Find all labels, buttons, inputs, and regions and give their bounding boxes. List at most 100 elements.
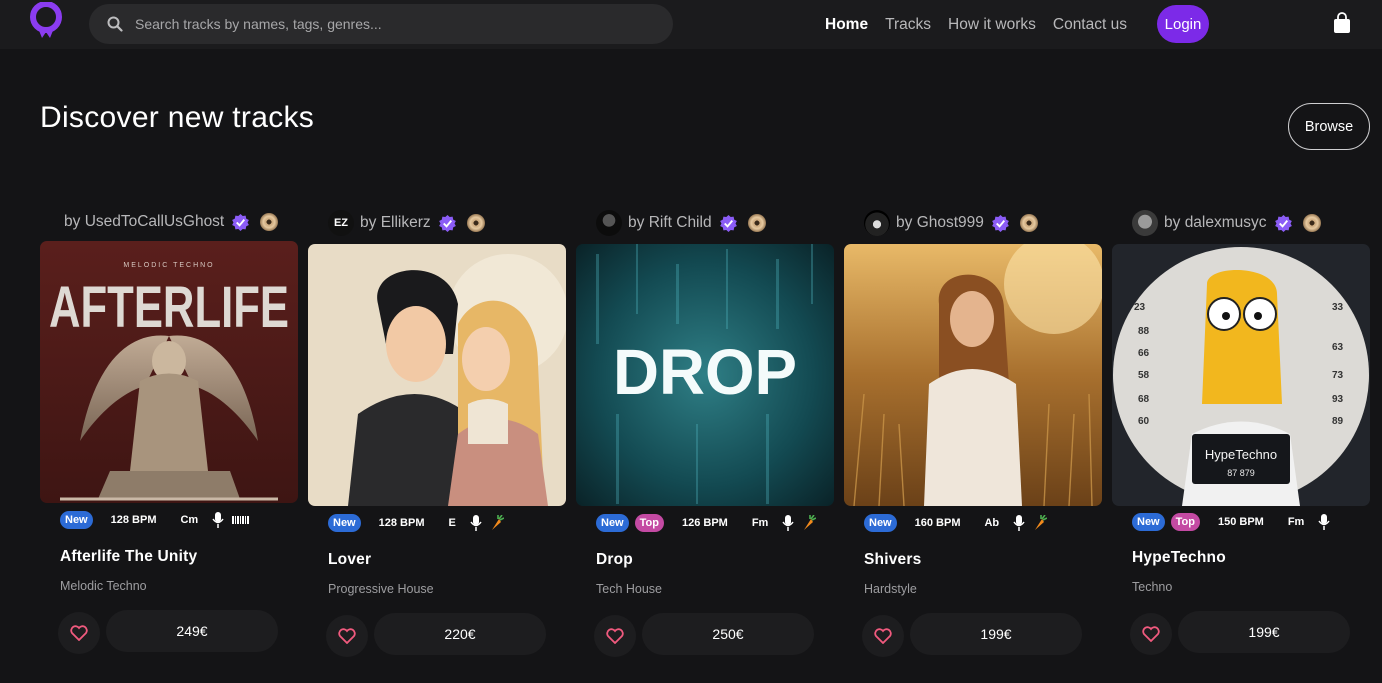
height-mark: 63 <box>1332 342 1344 353</box>
height-mark: 60 <box>1138 416 1150 427</box>
page-title: Discover new tracks <box>40 101 315 134</box>
track-genre: Progressive House <box>328 582 434 596</box>
artist-name[interactable]: UsedToCallUsGhost <box>85 213 225 230</box>
heart-icon <box>70 625 88 641</box>
height-mark: 66 <box>1138 348 1150 359</box>
artist-avatar[interactable] <box>864 210 890 236</box>
key-label: Ab <box>984 517 1000 529</box>
cover-subtitle: 87 879 <box>1227 468 1255 478</box>
heart-icon <box>1142 626 1160 642</box>
artist-name[interactable]: dalexmusyc <box>1185 214 1267 231</box>
carrot-icon <box>1035 515 1048 530</box>
artist-avatar[interactable] <box>1132 210 1158 236</box>
verified-badge-icon <box>232 213 250 231</box>
like-button[interactable] <box>594 615 636 657</box>
height-mark: 88 <box>1138 326 1150 337</box>
artist-byline: by Rift Child <box>628 214 712 231</box>
track-title[interactable]: Lover <box>328 551 371 569</box>
cover-title: AFTERLIFE <box>49 275 289 340</box>
top-badge: Top <box>634 514 664 532</box>
new-badge: New <box>596 514 629 532</box>
new-badge: New <box>864 514 897 532</box>
like-button[interactable] <box>1130 613 1172 655</box>
price-button[interactable]: 220€ <box>374 613 546 655</box>
artist-name[interactable]: Ghost999 <box>917 214 984 231</box>
verified-badge-icon <box>719 214 737 232</box>
carrot-icon <box>491 515 504 530</box>
height-mark: 58 <box>1138 370 1150 381</box>
heart-icon <box>606 628 624 644</box>
track-cover[interactable]: MELODIC TECHNO AFTERLIFE <box>40 241 298 503</box>
track-meta: New Top 126 BPM Fm <box>596 513 817 533</box>
artist-row: by dalexmusyc <box>1132 210 1321 236</box>
like-button[interactable] <box>326 615 368 657</box>
price-button[interactable]: 199€ <box>1178 611 1350 653</box>
gold-disc-icon <box>260 213 279 231</box>
key-label: E <box>448 517 456 529</box>
artist-avatar[interactable] <box>596 210 622 236</box>
price-button[interactable]: 199€ <box>910 613 1082 655</box>
like-button[interactable] <box>862 615 904 657</box>
top-navbar: Home Tracks How it works Contact us Logi… <box>0 0 1382 49</box>
bpm-label: 126 BPM <box>681 517 728 529</box>
track-cover[interactable] <box>308 244 566 506</box>
track-cover[interactable]: 23 88 66 58 68 60 33 63 73 93 89 HypeTec… <box>1112 244 1370 506</box>
height-mark: 23 <box>1134 302 1146 313</box>
browse-button[interactable]: Browse <box>1288 103 1370 150</box>
track-title[interactable]: Shivers <box>864 551 921 569</box>
key-label: Fm <box>751 517 769 529</box>
track-title[interactable]: Afterlife The Unity <box>60 548 197 566</box>
nav-link-home[interactable]: Home <box>825 16 868 34</box>
avatar-monogram: EZ <box>333 217 349 229</box>
cover-title: HypeTechno <box>1205 447 1277 462</box>
price-button[interactable]: 250€ <box>642 613 814 655</box>
price-button[interactable]: 249€ <box>106 610 278 652</box>
like-button[interactable] <box>58 612 100 654</box>
login-button[interactable]: Login <box>1157 5 1209 43</box>
carrot-icon <box>804 515 817 530</box>
search-bar[interactable] <box>89 4 673 44</box>
artist-name[interactable]: Rift Child <box>649 214 712 231</box>
nav-link-tracks[interactable]: Tracks <box>885 16 931 34</box>
gold-disc-icon <box>1019 214 1038 232</box>
verified-badge-icon <box>1274 214 1292 232</box>
bpm-label: 160 BPM <box>914 517 961 529</box>
artist-byline: by UsedToCallUsGhost <box>64 213 225 230</box>
microphone-icon <box>212 512 224 528</box>
top-badge: Top <box>1170 513 1200 531</box>
artist-avatar[interactable]: EZ <box>328 210 354 236</box>
height-mark: 73 <box>1332 370 1344 381</box>
shopping-bag-icon[interactable] <box>1333 12 1351 34</box>
nav-link-contact-us[interactable]: Contact us <box>1053 16 1127 34</box>
track-cover[interactable]: DROP <box>576 244 834 506</box>
search-icon <box>107 16 123 32</box>
artist-byline: by Ellikerz <box>360 214 431 231</box>
artist-row: EZ by Ellikerz <box>328 210 485 236</box>
height-mark: 33 <box>1332 302 1344 313</box>
artist-row: by Ghost999 <box>864 210 1038 236</box>
heart-icon <box>874 628 892 644</box>
track-title[interactable]: HypeTechno <box>1132 549 1226 567</box>
height-mark: 68 <box>1138 394 1150 405</box>
track-meta: New 128 BPM E <box>328 513 504 533</box>
cover-subtitle: MELODIC TECHNO <box>123 262 214 269</box>
waveform-icon <box>232 516 250 524</box>
artist-row: by UsedToCallUsGhost <box>64 209 279 235</box>
track-title[interactable]: Drop <box>596 551 633 569</box>
height-mark: 89 <box>1332 416 1344 427</box>
microphone-icon <box>1318 514 1330 530</box>
bpm-label: 128 BPM <box>110 514 157 526</box>
track-meta: New 128 BPM Cm <box>60 510 250 530</box>
nav-link-how-it-works[interactable]: How it works <box>948 16 1036 34</box>
track-cover[interactable] <box>844 244 1102 506</box>
artist-byline: by Ghost999 <box>896 214 984 231</box>
track-meta: New Top 150 BPM Fm <box>1132 512 1338 532</box>
artist-name[interactable]: Ellikerz <box>381 214 431 231</box>
logo-icon[interactable] <box>29 2 63 40</box>
track-genre: Hardstyle <box>864 582 917 596</box>
microphone-icon <box>1013 515 1025 531</box>
search-input[interactable] <box>135 16 655 32</box>
heart-icon <box>338 628 356 644</box>
microphone-icon <box>470 515 482 531</box>
bpm-label: 150 BPM <box>1217 516 1264 528</box>
